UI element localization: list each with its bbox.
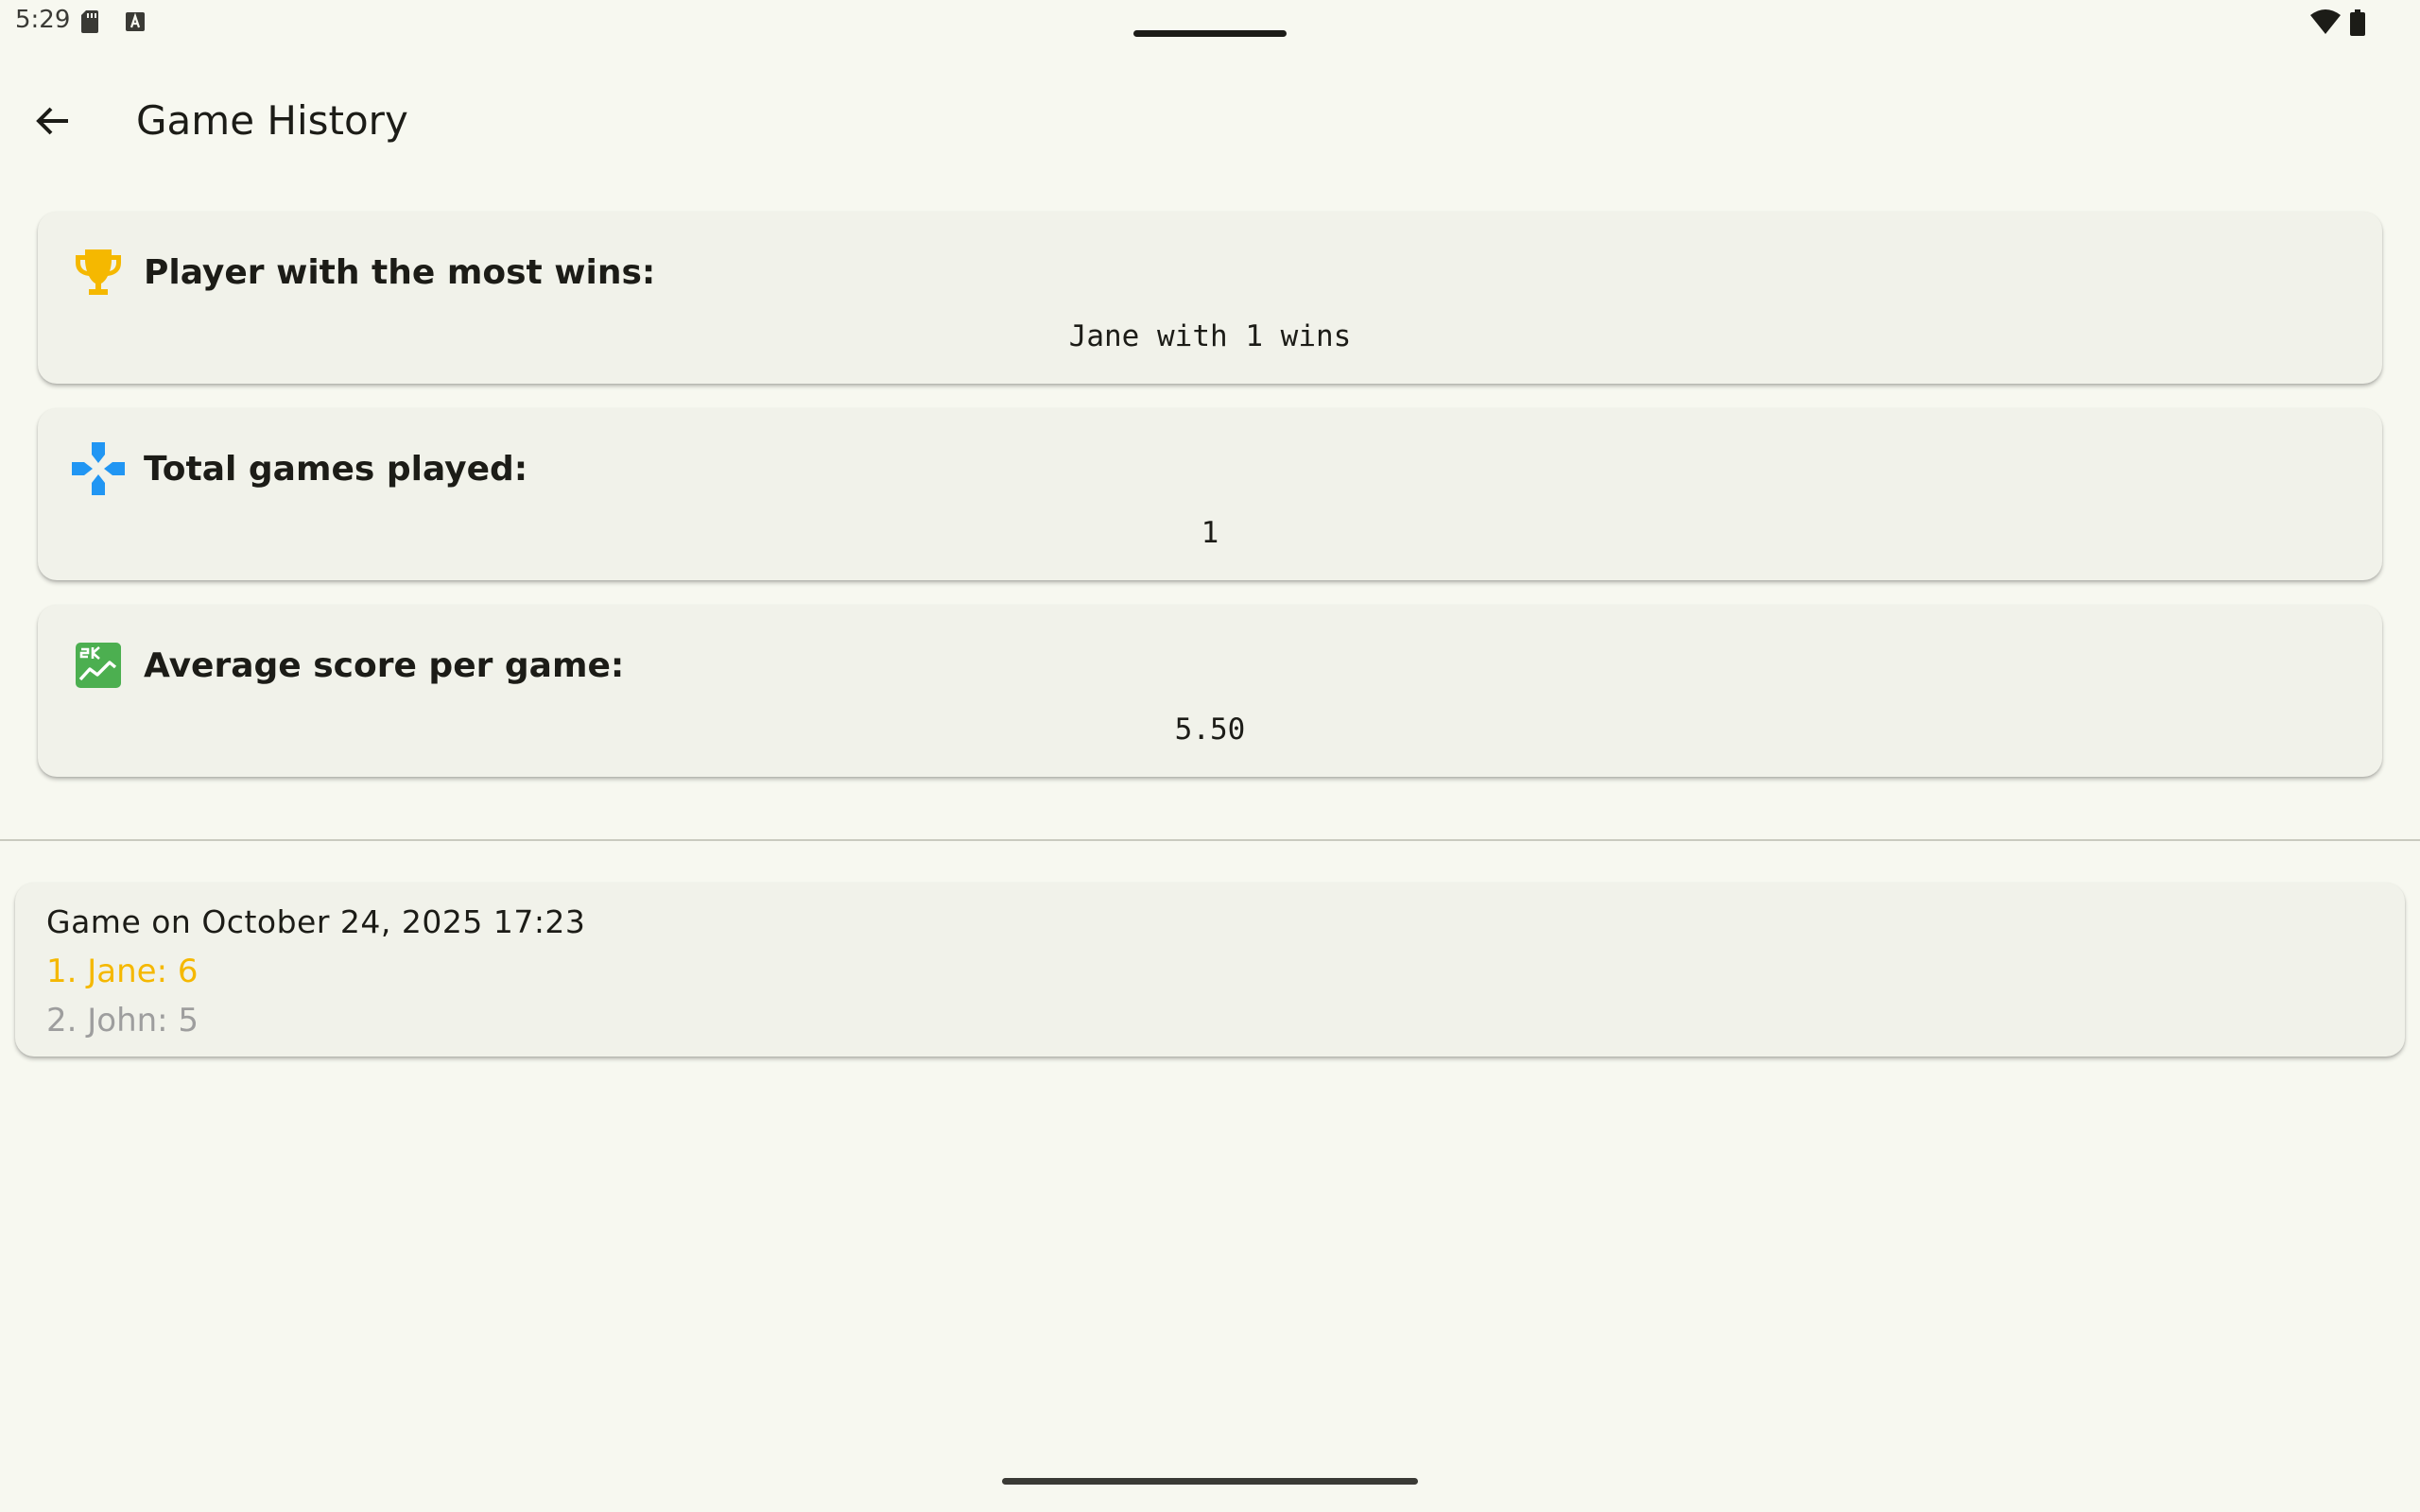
gamepad-icon xyxy=(72,442,125,495)
home-indicator[interactable] xyxy=(1002,1478,1418,1485)
average-score-label: Average score per game: xyxy=(144,646,625,685)
sd-card-icon xyxy=(81,10,98,33)
status-time: 5:29 xyxy=(15,6,71,34)
total-games-label: Total games played: xyxy=(144,450,528,489)
trophy-icon xyxy=(76,249,121,295)
wifi-icon xyxy=(2310,9,2341,34)
most-wins-card: Player with the most wins: Jane with 1 w… xyxy=(38,212,2382,384)
average-score-value: 5.50 xyxy=(1174,713,1246,747)
average-score-card: Average score per game: 5.50 xyxy=(38,605,2382,777)
most-wins-value: Jane with 1 wins xyxy=(1068,319,1352,353)
game-date: Game on October 24, 2025 17:23 xyxy=(46,903,586,940)
status-bar: 5:29 xyxy=(0,0,2420,45)
game-result-first: 1. Jane: 6 xyxy=(46,953,199,990)
divider xyxy=(0,839,2420,841)
page-title: Game History xyxy=(136,97,408,144)
battery-icon xyxy=(2350,9,2365,36)
game-result-second: 2. John: 5 xyxy=(46,1002,199,1040)
camera-notch-handle xyxy=(1133,30,1287,37)
keyboard-a-icon xyxy=(126,12,145,31)
game-history-item[interactable]: Game on October 24, 2025 17:23 1. Jane: … xyxy=(15,883,2405,1057)
arrow-back-icon xyxy=(36,107,68,135)
back-button[interactable] xyxy=(23,91,83,151)
total-games-value: 1 xyxy=(1201,516,1219,550)
score-chart-icon xyxy=(76,643,121,688)
most-wins-label: Player with the most wins: xyxy=(144,253,656,292)
total-games-card: Total games played: 1 xyxy=(38,408,2382,580)
